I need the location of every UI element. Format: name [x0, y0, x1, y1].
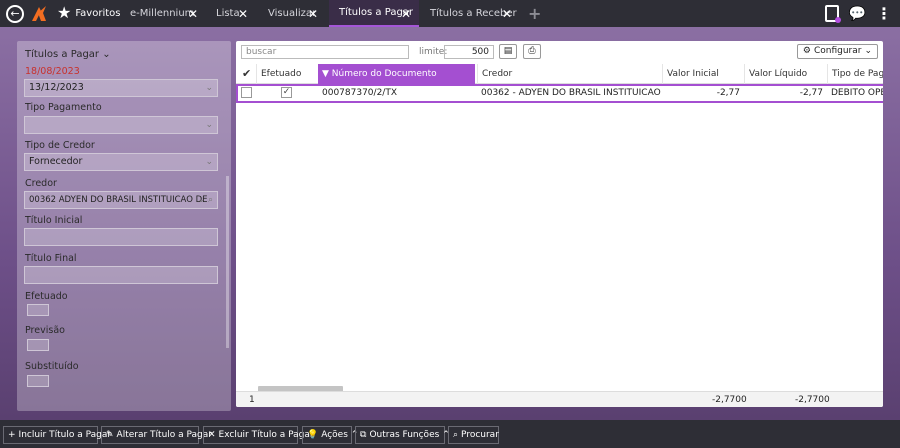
tab-lista[interactable]: Lista ✕ — [206, 0, 256, 27]
total-valor-liquido: -2,7700 — [795, 395, 830, 405]
configure-button[interactable]: ⚙ Configurar ⌄ — [796, 44, 878, 59]
more-options-icon[interactable]: ⋮ — [876, 5, 892, 21]
row-select-checkbox[interactable] — [241, 87, 252, 98]
column-valor-liquido[interactable]: Valor Líquido — [744, 64, 827, 84]
titulo-inicial-input[interactable] — [24, 228, 218, 246]
tipo-credor-select[interactable]: Fornecedor ⌄ — [24, 153, 218, 171]
edit-icon: ✎ — [106, 430, 114, 440]
column-valor-inicial[interactable]: Valor Inicial — [662, 64, 744, 84]
credor-label: Credor — [25, 178, 57, 189]
search-icon[interactable]: ⌄ ⌕ — [198, 192, 213, 208]
substituido-label: Substituído — [25, 361, 79, 372]
search-input[interactable]: buscar — [241, 45, 409, 59]
chevron-down-icon: ⌄ — [205, 83, 213, 93]
filter-title[interactable]: Títulos a Pagar ⌄ — [25, 49, 111, 60]
clipboard-icon[interactable] — [824, 5, 841, 23]
alterar-button[interactable]: ✎ Alterar Título a Pagar — [101, 426, 212, 444]
tab-label: Lista — [216, 8, 240, 19]
outras-funcoes-button[interactable]: ⧉ Outras Funções ⌃ — [355, 426, 450, 444]
tab-titulos-a-receber[interactable]: Títulos a Receber ✕ — [420, 0, 520, 27]
titulo-inicial-label: Título Inicial — [25, 215, 83, 226]
excluir-button[interactable]: ✕ Excluir Título a Pagar — [203, 426, 314, 444]
tab-titulos-a-pagar[interactable]: Títulos a Pagar ✕ — [329, 0, 419, 27]
incluir-button[interactable]: + Incluir Título a Pagar — [3, 426, 111, 444]
titulo-final-label: Título Final — [25, 253, 77, 264]
efetuado-label: Efetuado — [25, 291, 68, 302]
table-header: ✔ Efetuado ▼ Número do Documento Credor … — [236, 64, 883, 84]
gear-icon: ⚙ — [802, 46, 811, 56]
column-efetuado[interactable]: Efetuado — [256, 64, 318, 84]
previsao-toggle[interactable] — [27, 339, 49, 351]
results-grid: buscar limite: 500 ▤ ⎙ ⚙ Configurar ⌄ ✔ … — [236, 41, 883, 407]
lightbulb-icon: 💡 — [307, 430, 319, 440]
star-icon: ★ — [57, 3, 72, 22]
filter-scrollbar[interactable] — [226, 176, 229, 348]
add-tab-icon[interactable]: + — [528, 6, 541, 22]
close-icon[interactable]: ✕ — [502, 7, 512, 21]
print-icon[interactable]: ⎙ — [523, 44, 541, 59]
tipo-pagamento-label: Tipo Pagamento — [25, 102, 102, 113]
filter-icon: ▼ — [322, 69, 329, 79]
cell-credor: 00362 - ADYEN DO BRASIL INSTITUICAO DE .… — [481, 88, 662, 98]
substituido-toggle[interactable] — [27, 375, 49, 387]
select-all-check-icon[interactable]: ✔ — [238, 64, 256, 84]
filter-panel: Títulos a Pagar ⌄ 18/08/2023 13/12/2023 … — [17, 41, 231, 411]
external-icon: ⧉ — [360, 430, 367, 440]
chevron-down-icon: ⌄ — [864, 46, 872, 56]
tab-visualizar[interactable]: Visualizar ✕ — [258, 0, 326, 27]
millennium-logo-icon[interactable] — [30, 3, 48, 23]
top-bar: ← ★ Favoritos e-Millennium ✕ Lista ✕ Vis… — [0, 0, 900, 27]
efetuado-toggle[interactable] — [27, 304, 49, 316]
chat-icon[interactable]: 💬 — [849, 6, 866, 22]
efetuado-checkbox[interactable]: ✓ — [281, 87, 292, 98]
column-tipo-pagamento[interactable]: Tipo de Pagar — [827, 64, 883, 84]
acoes-button[interactable]: 💡 Ações ⌃ — [302, 426, 358, 444]
titulo-final-input[interactable] — [24, 266, 218, 284]
tipo-credor-label: Tipo de Credor — [25, 140, 95, 151]
row-count: 1 — [249, 395, 255, 405]
chevron-down-icon: ⌄ — [205, 120, 213, 130]
column-credor[interactable]: Credor — [477, 64, 662, 84]
close-icon[interactable]: ✕ — [401, 7, 411, 21]
table-row[interactable]: ✓ 000787370/2/TX 00362 - ADYEN DO BRASIL… — [236, 84, 883, 103]
credor-select[interactable]: 00362 ADYEN DO BRASIL INSTITUICAO DE ⌄ ⌕ — [24, 191, 218, 209]
favorites-button[interactable]: ★ Favoritos — [57, 4, 120, 22]
table-footer: 1 -2,7700 -2,7700 — [236, 391, 883, 407]
favorites-label: Favoritos — [75, 7, 121, 19]
date-highlight: 18/08/2023 — [25, 66, 80, 77]
delete-icon: ✕ — [208, 430, 216, 440]
cell-valor-liquido: -2,77 — [799, 88, 823, 98]
tab-e-millennium[interactable]: e-Millennium ✕ — [120, 0, 206, 27]
tipo-pagamento-select[interactable]: ⌄ — [24, 116, 218, 134]
previsao-label: Previsão — [25, 325, 65, 336]
search-icon: ⌕ — [453, 430, 459, 440]
procurar-button[interactable]: ⌕ Procurar — [448, 426, 499, 444]
close-icon[interactable]: ✕ — [188, 7, 198, 21]
export-icon[interactable]: ▤ — [499, 44, 517, 59]
close-icon[interactable]: ✕ — [238, 7, 248, 21]
limit-input[interactable]: 500 — [444, 45, 494, 59]
back-arrow-icon[interactable]: ← — [6, 5, 24, 23]
column-numero-documento[interactable]: ▼ Número do Documento — [318, 64, 475, 84]
bottom-toolbar: + Incluir Título a Pagar ✎ Alterar Títul… — [0, 420, 900, 448]
chevron-down-icon: ⌄ — [102, 49, 111, 60]
cell-numero: 000787370/2/TX — [322, 88, 397, 98]
total-valor-inicial: -2,7700 — [712, 395, 747, 405]
cell-tipo-pagamento: DEBITO OPERA — [831, 88, 883, 98]
chevron-down-icon: ⌄ — [205, 157, 213, 167]
tab-label: e-Millennium — [130, 8, 195, 19]
close-icon[interactable]: ✕ — [308, 7, 318, 21]
date-select[interactable]: 13/12/2023 ⌄ — [24, 79, 218, 97]
plus-icon: + — [8, 430, 16, 440]
cell-valor-inicial: -2,77 — [716, 88, 740, 98]
